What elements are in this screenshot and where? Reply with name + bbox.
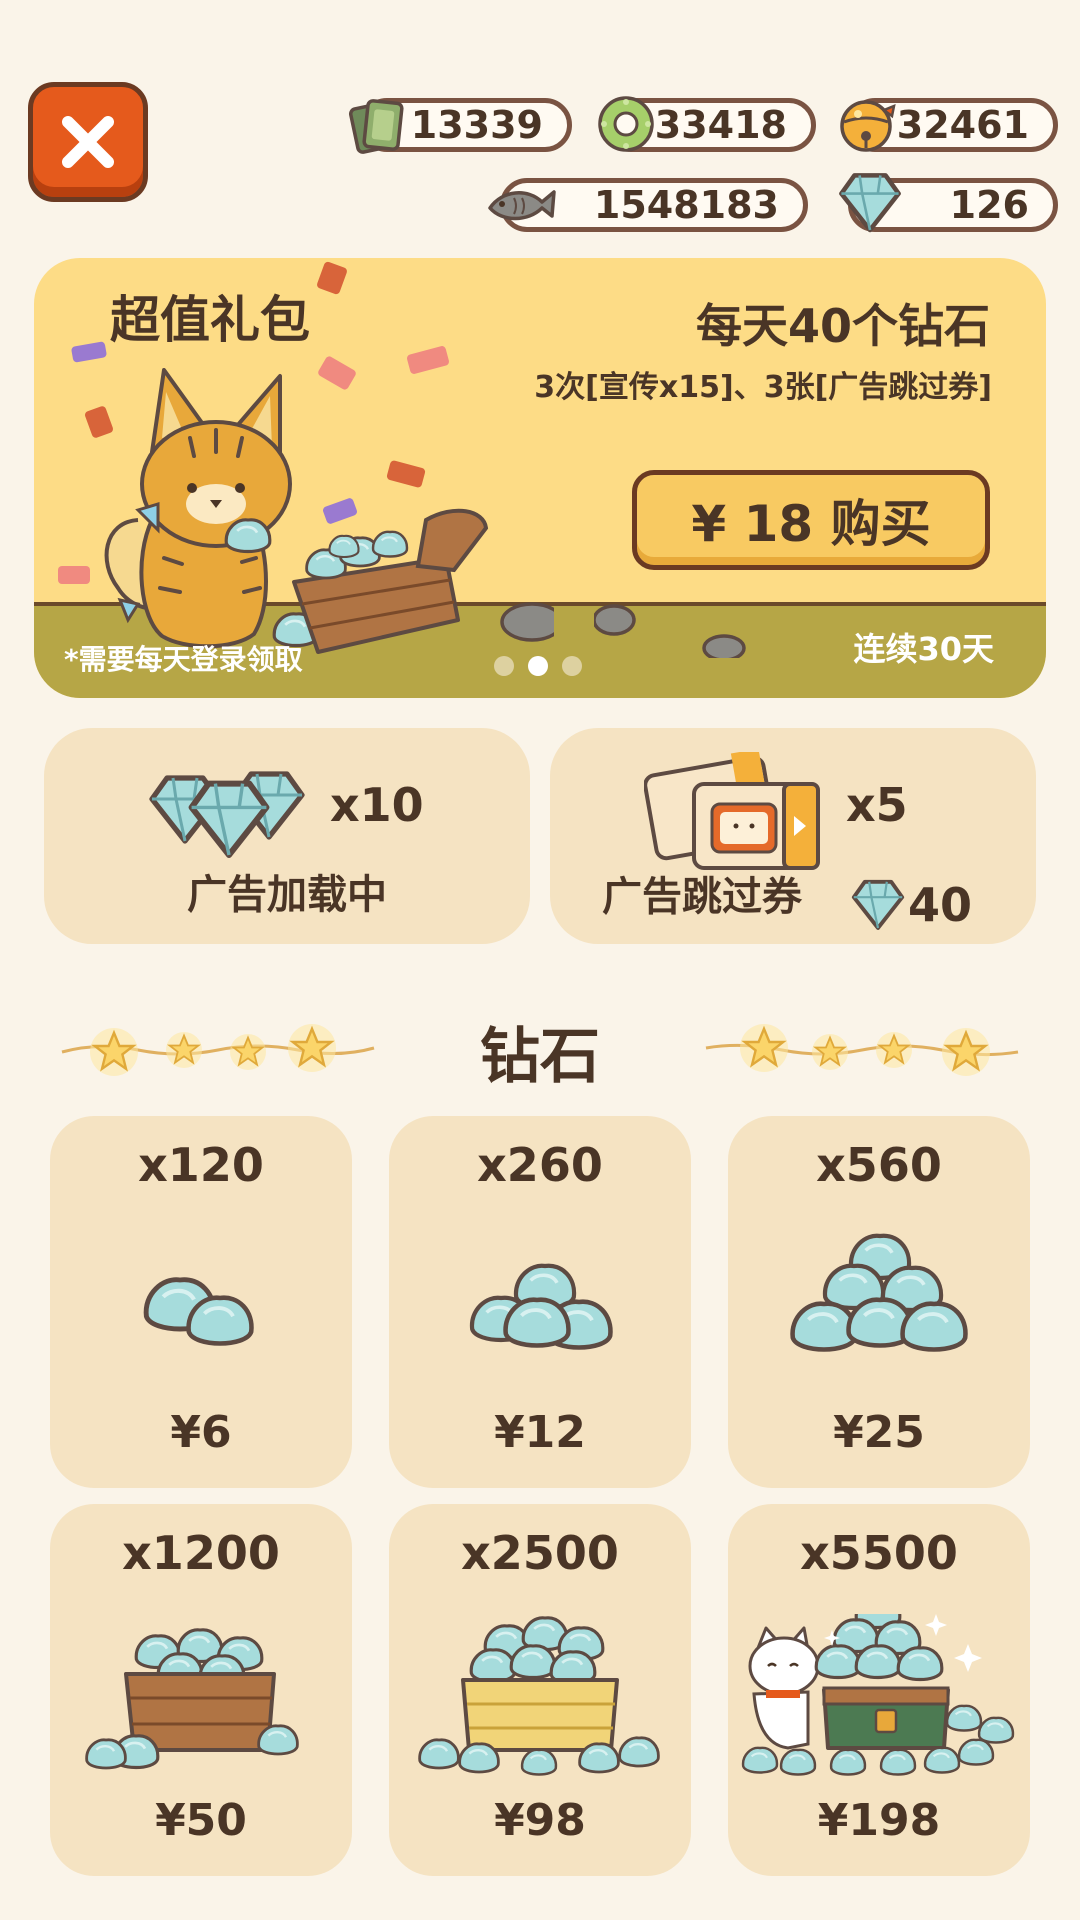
close-button[interactable] [28, 82, 148, 202]
pack-quantity: x1200 [122, 1526, 280, 1580]
diamond-pile-icon [728, 1226, 1030, 1396]
banner-subline: 3次[宣传x15]、3张[广告跳过券] [534, 370, 992, 405]
duration-label: 连续30天 [853, 630, 994, 668]
close-icon [62, 116, 114, 168]
diamond-counter: 126 [848, 178, 1058, 232]
pack-quantity: x260 [477, 1138, 603, 1192]
pack-price: ¥6 [170, 1407, 232, 1458]
diamond-pile-icon [389, 1226, 691, 1396]
skip-ticket-count: x5 [846, 778, 908, 832]
page-dot[interactable] [494, 656, 514, 676]
pack-price: ¥50 [155, 1795, 247, 1846]
page-dot-active[interactable] [528, 656, 548, 676]
diamond-pack-5500[interactable]: x5500 ¥198 [728, 1504, 1030, 1876]
login-note: *需要每天登录领取 [64, 643, 303, 676]
diamond-cluster-icon [144, 754, 314, 864]
diamond-pack-2500[interactable]: x2500 ¥98 [389, 1504, 691, 1876]
skip-ticket-price: 40 [908, 878, 973, 932]
coin-counter: 33418 [598, 96, 816, 152]
ad-reward-card[interactable]: x10 广告加载中 [44, 728, 530, 944]
pack-quantity: x120 [138, 1138, 264, 1192]
diamond-treasure-cat-icon [741, 1614, 1015, 1776]
banner-page-dots[interactable] [494, 656, 582, 676]
ad-reward-count: x10 [330, 778, 424, 832]
pack-price: ¥98 [494, 1795, 586, 1846]
value-pack-banner[interactable]: 超值礼包 每天40个钻石 3次[宣传x15]、3张[广告跳过券] ¥ 18 购买… [34, 258, 1046, 698]
banner-headline: 每天40个钻石 [695, 299, 990, 353]
pack-price: ¥198 [817, 1795, 941, 1846]
diamond-pack-560[interactable]: x560 ¥25 [728, 1116, 1030, 1488]
pack-price: ¥25 [833, 1407, 925, 1458]
fish-counter: 1548183 [488, 178, 808, 232]
diamond-pack-1200[interactable]: x1200 ¥50 [50, 1504, 352, 1876]
golden-bell-icon [840, 100, 896, 152]
cash-counter: 13339 [348, 98, 572, 154]
diamond-icon [851, 879, 905, 930]
star-garland-right [705, 1022, 1019, 1078]
pack-quantity: x5500 [800, 1526, 958, 1580]
diamond-icon [838, 172, 902, 236]
diamond-pile-icon [50, 1226, 352, 1396]
cash-stack-icon [348, 99, 404, 154]
banner-title: 超值礼包 [110, 291, 310, 349]
ground-rocks [594, 604, 746, 658]
ad-reward-label: 广告加载中 [187, 872, 387, 918]
buy-pack-button[interactable]: ¥ 18 购买 [632, 470, 990, 570]
bell-counter: 32461 [840, 98, 1058, 152]
skip-ticket-card[interactable]: x5 广告跳过券 40 [550, 728, 1036, 944]
diamond-basket-icon [85, 1628, 299, 1770]
fish-icon [488, 190, 556, 221]
pack-price: ¥12 [494, 1407, 586, 1458]
ad-skip-ticket-icon [644, 752, 820, 870]
diamond-pack-120[interactable]: x120 ¥6 [50, 1116, 352, 1488]
coin-ring-icon [598, 96, 654, 152]
diamond-pack-260[interactable]: x260 ¥12 [389, 1116, 691, 1488]
pack-quantity: x2500 [461, 1526, 619, 1580]
pack-quantity: x560 [816, 1138, 942, 1192]
diamond-basket-icon [418, 1616, 660, 1776]
page-dot[interactable] [562, 656, 582, 676]
skip-ticket-label: 广告跳过券 [602, 874, 802, 920]
